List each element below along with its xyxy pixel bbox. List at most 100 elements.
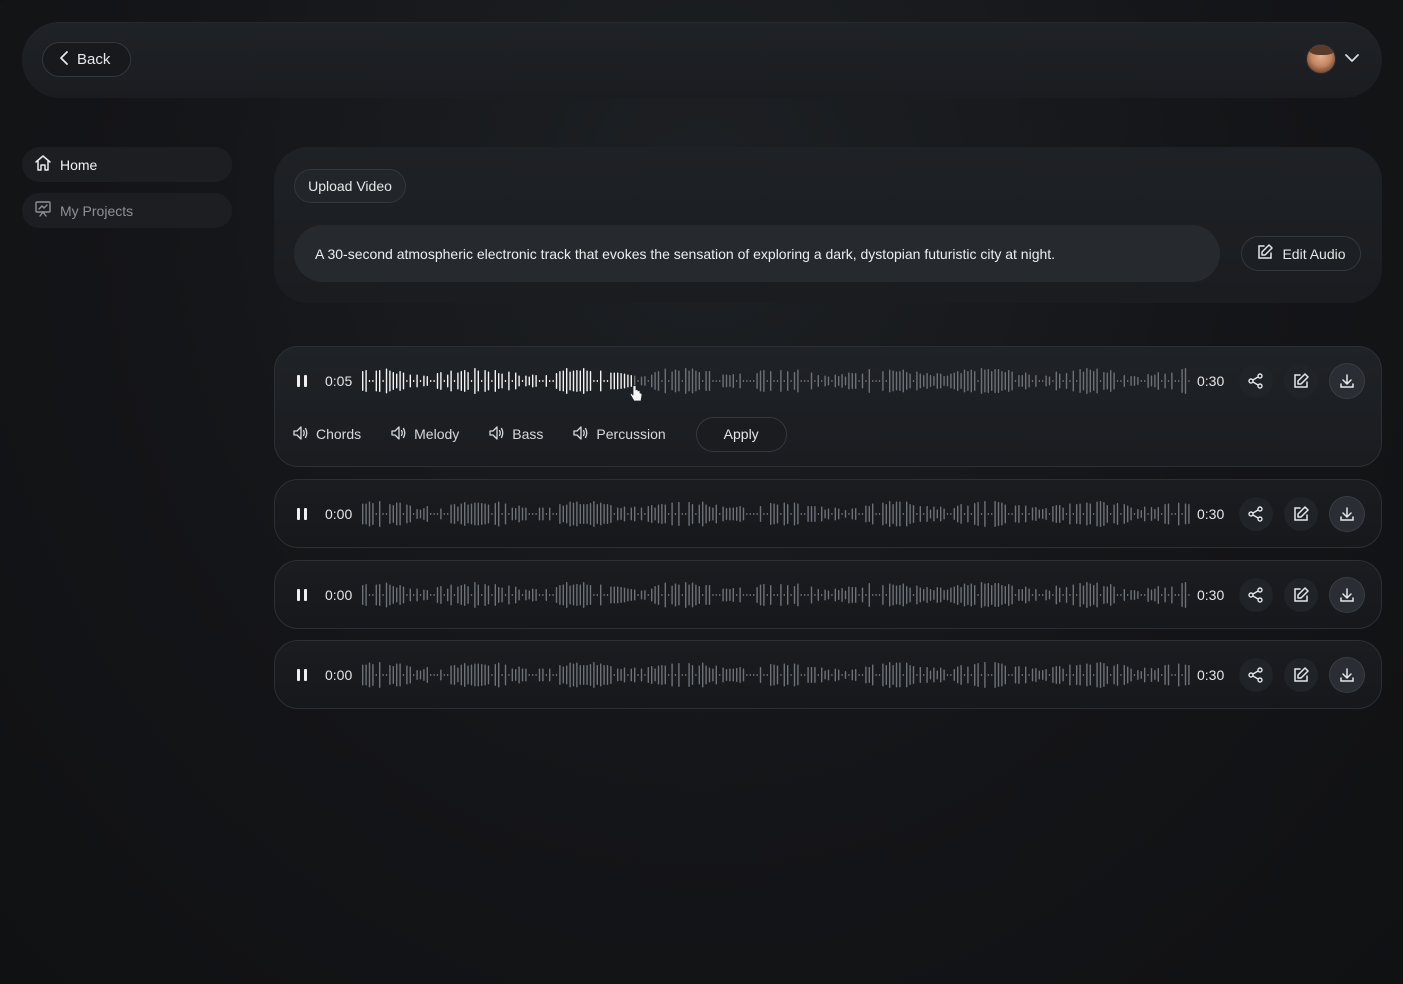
avatar[interactable] xyxy=(1306,44,1336,74)
waveform-bar xyxy=(753,673,755,676)
waveform-bar xyxy=(1140,670,1142,679)
waveform-bar xyxy=(535,588,537,601)
waveform-bar xyxy=(447,673,449,676)
waveform-bar xyxy=(1052,380,1054,382)
waveform-bar xyxy=(817,375,819,387)
waveform-bar xyxy=(1096,582,1098,607)
waveform-bar xyxy=(885,380,887,382)
waveform-bar xyxy=(399,502,401,525)
waveform-bar xyxy=(695,673,697,676)
stem-chords[interactable]: Chords xyxy=(292,425,361,444)
edit-audio-button[interactable]: Edit Audio xyxy=(1241,236,1361,271)
stem-melody[interactable]: Melody xyxy=(390,425,459,444)
waveform-bar xyxy=(698,504,700,523)
waveform-bar xyxy=(848,512,850,515)
waveform-bar xyxy=(783,593,785,596)
track-1: 0:05 0:30 Chords Melody Bass Percussion … xyxy=(274,346,1382,467)
edit-icon[interactable] xyxy=(1284,657,1318,692)
waveform-bar xyxy=(603,593,605,596)
upload-video-button[interactable]: Upload Video xyxy=(294,169,406,203)
waveform-bar xyxy=(783,380,785,382)
waveform-bar xyxy=(433,512,435,515)
pause-icon[interactable] xyxy=(293,504,311,524)
waveform-bar xyxy=(732,507,734,520)
waveform-bar xyxy=(1113,504,1115,523)
download-icon[interactable] xyxy=(1330,657,1364,692)
waveform-bar xyxy=(661,503,663,524)
pause-icon[interactable] xyxy=(293,371,311,391)
download-icon[interactable] xyxy=(1330,577,1364,612)
waveform-bar xyxy=(773,593,775,596)
waveform-bar xyxy=(1052,593,1054,596)
download-icon[interactable] xyxy=(1330,496,1364,531)
waveform-bar xyxy=(623,373,626,389)
waveform-bar xyxy=(606,664,609,685)
prompt-text[interactable]: A 30-second atmospheric electronic track… xyxy=(294,225,1220,282)
waveform[interactable] xyxy=(361,660,1191,690)
waveform-bar xyxy=(712,593,714,596)
waveform-bar xyxy=(470,380,473,382)
waveform-bar xyxy=(1188,664,1190,685)
download-icon[interactable] xyxy=(1330,364,1364,398)
waveform-bar xyxy=(617,507,619,520)
edit-icon[interactable] xyxy=(1284,496,1318,531)
waveform-bar xyxy=(385,512,388,515)
pause-icon[interactable] xyxy=(293,585,311,605)
waveform-bar xyxy=(909,664,911,685)
waveform-bar xyxy=(508,512,510,515)
waveform-bar xyxy=(515,668,517,681)
waveform-bar xyxy=(419,509,422,518)
waveform-bar xyxy=(1096,368,1098,394)
waveform-bar xyxy=(392,504,394,523)
waveform-bar xyxy=(1025,505,1027,522)
apply-button[interactable]: Apply xyxy=(695,416,787,452)
waveform-bar xyxy=(542,593,544,596)
waveform-bar xyxy=(1031,668,1034,681)
waveform-bar xyxy=(821,593,823,596)
track-player: 0:00 0:30 xyxy=(275,561,1381,628)
waveform-bar xyxy=(630,588,632,601)
waveform-bar xyxy=(1137,669,1139,680)
waveform[interactable] xyxy=(361,580,1191,610)
share-icon[interactable] xyxy=(1239,364,1273,398)
waveform-bar xyxy=(399,663,401,686)
waveform-bar xyxy=(382,380,384,382)
edit-icon[interactable] xyxy=(1284,577,1318,612)
waveform-bar xyxy=(950,587,952,602)
share-icon[interactable] xyxy=(1239,496,1273,531)
waveform-bar xyxy=(902,673,904,676)
waveform-bar xyxy=(1154,508,1156,519)
sidebar-item-my-projects[interactable]: My Projects xyxy=(22,193,232,228)
waveform-bar xyxy=(763,370,765,392)
edit-icon[interactable] xyxy=(1284,364,1318,398)
waveform-bar xyxy=(1086,502,1088,525)
stem-controls: Chords Melody Bass Percussion Apply xyxy=(292,416,787,452)
waveform-bar xyxy=(647,380,649,382)
waveform-bar xyxy=(1082,673,1085,676)
user-menu[interactable] xyxy=(1306,44,1360,74)
waveform-bar xyxy=(715,665,717,684)
pause-icon[interactable] xyxy=(293,665,311,685)
waveform-bar xyxy=(1188,380,1190,382)
waveform-bar xyxy=(974,584,976,605)
waveform-bar xyxy=(474,368,476,394)
waveform-bar xyxy=(763,673,765,676)
stem-bass[interactable]: Bass xyxy=(488,425,543,444)
waveform-bar xyxy=(671,663,673,686)
sidebar-item-home[interactable]: Home xyxy=(22,147,232,182)
waveform[interactable] xyxy=(361,366,1191,396)
waveform-bar xyxy=(613,586,615,603)
share-icon[interactable] xyxy=(1239,577,1273,612)
waveform[interactable] xyxy=(361,499,1191,529)
waveform-bar xyxy=(528,673,530,676)
share-icon[interactable] xyxy=(1239,657,1273,692)
waveform-bar xyxy=(532,374,534,388)
waveform-bar xyxy=(766,512,768,515)
waveform-bar xyxy=(705,665,707,684)
waveform-bar xyxy=(889,583,891,606)
stem-percussion[interactable]: Percussion xyxy=(572,425,666,444)
back-button[interactable]: Back xyxy=(42,42,131,77)
chevron-down-icon[interactable] xyxy=(1344,50,1360,68)
waveform-bar xyxy=(1018,588,1020,601)
waveform-bar xyxy=(991,512,993,515)
